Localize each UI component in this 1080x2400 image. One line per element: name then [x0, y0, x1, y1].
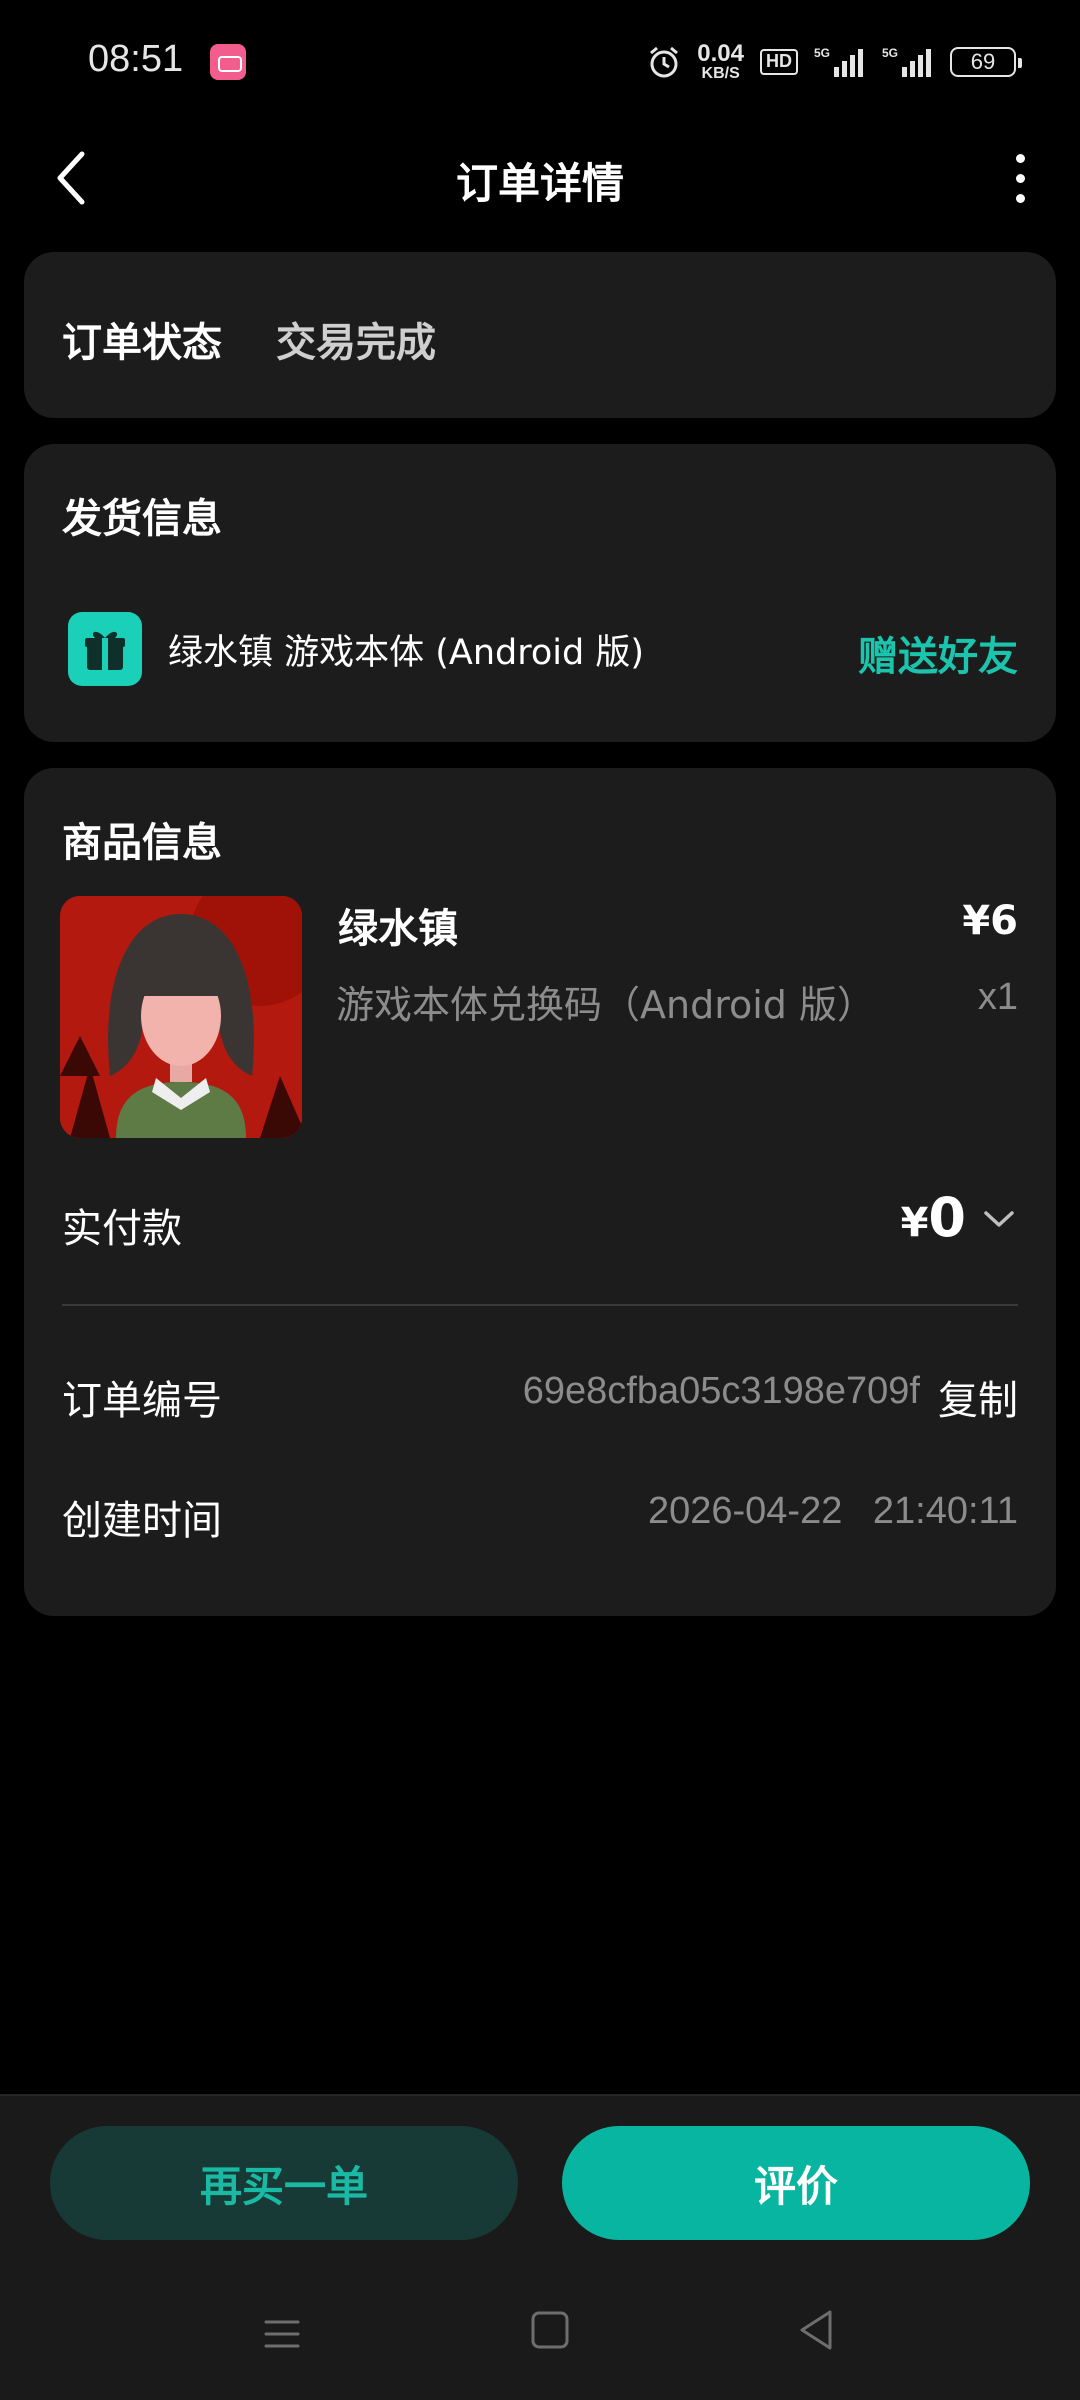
battery-icon: 69	[950, 47, 1022, 77]
svg-text:5G: 5G	[882, 46, 898, 60]
more-dot	[1015, 194, 1025, 203]
product-name: 绿水镇	[338, 906, 458, 952]
shipped-item-name: 绿水镇 游戏本体 (Android 版)	[168, 633, 645, 673]
home-button[interactable]	[530, 2310, 570, 2354]
order-status-value: 交易完成	[276, 320, 436, 366]
product-quantity: x1	[977, 976, 1018, 1018]
home-square-icon	[531, 2311, 569, 2349]
product-price: ¥6	[962, 898, 1018, 944]
product-description: 游戏本体兑换码（Android 版）	[336, 983, 875, 1027]
gift-icon	[68, 612, 142, 686]
more-options-button[interactable]	[1000, 154, 1040, 206]
network-speed: 0.04 KB/S	[697, 40, 744, 82]
signal-5g-icon: 5G	[814, 45, 866, 79]
status-time: 08:51	[88, 38, 184, 80]
signal-5g-icon: 5G	[882, 45, 934, 79]
order-status-card: 订单状态 交易完成	[24, 252, 1056, 418]
product-cover-image	[60, 896, 302, 1138]
currency-symbol: ¥	[900, 1200, 929, 1246]
svg-text:5G: 5G	[814, 46, 830, 60]
shipping-section-title: 发货信息	[62, 496, 222, 542]
actual-payment-value[interactable]: ¥ 0	[901, 1186, 966, 1249]
created-time-value: 2026-04-22 21:40:11	[647, 1490, 1018, 1532]
status-indicators: 0.04 KB/S HD 5G 5G 69	[647, 38, 1022, 86]
alarm-icon	[647, 45, 681, 79]
status-bar: 08:51 0.04 KB/S HD 5G 5G 69	[0, 0, 1080, 124]
menu-icon	[264, 2320, 300, 2348]
divider	[62, 1304, 1018, 1306]
bilibili-notification-icon	[210, 44, 246, 80]
created-time-label: 创建时间	[62, 1498, 222, 1544]
order-status-label: 订单状态	[62, 320, 222, 366]
hd-badge: HD	[760, 49, 798, 75]
chevron-down-icon[interactable]	[982, 1208, 1016, 1230]
system-back-button[interactable]	[796, 2308, 836, 2356]
bottom-action-bar: 再买一单 评价	[0, 2094, 1080, 2400]
product-thumbnail[interactable]	[60, 896, 302, 1138]
shipping-info-card: 发货信息 绿水镇 游戏本体 (Android 版) 赠送好友	[24, 444, 1056, 742]
actual-payment-label: 实付款	[62, 1206, 182, 1252]
battery-level: 69	[970, 49, 996, 74]
copy-order-number-button[interactable]: 复制	[938, 1368, 1018, 1426]
more-dot	[1015, 154, 1025, 163]
payment-amount: 0	[928, 1186, 966, 1249]
page-header: 订单详情	[0, 124, 1080, 234]
system-navigation-bar	[0, 2294, 1080, 2374]
gift-to-friend-button[interactable]: 赠送好友	[858, 624, 1018, 682]
page-title: 订单详情	[455, 159, 624, 208]
buy-again-button[interactable]: 再买一单	[50, 2126, 518, 2240]
more-dot	[1015, 174, 1025, 183]
order-number-label: 订单编号	[62, 1378, 222, 1424]
goods-section-title: 商品信息	[62, 820, 222, 866]
back-triangle-icon	[800, 2310, 832, 2350]
order-number-value: 69e8cfba05c3198e709f	[522, 1370, 920, 1412]
goods-info-card: 商品信息 绿水镇 ¥6 游戏本体兑换码（Android 版） x1 实付款 ¥ …	[24, 768, 1056, 1616]
recent-apps-button[interactable]	[262, 2314, 302, 2358]
review-button[interactable]: 评价	[562, 2126, 1030, 2240]
